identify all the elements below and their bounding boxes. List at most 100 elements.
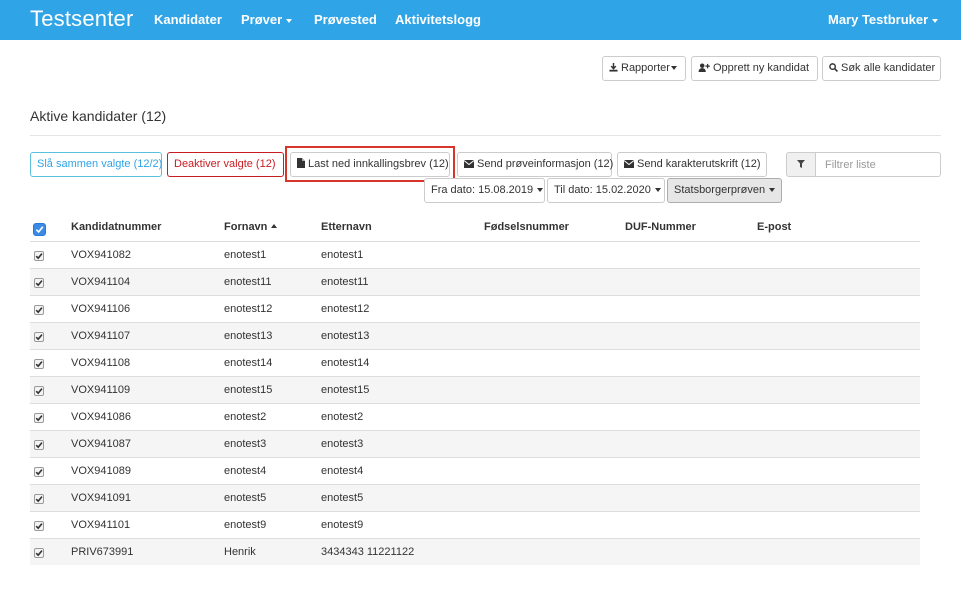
user-menu[interactable]: Mary Testbruker [828,12,939,27]
search-all-button[interactable]: Søk alle kandidater [822,56,941,81]
check-icon [35,226,44,234]
from-date-dropdown[interactable]: Fra dato: 15.08.2019 [424,178,545,203]
table-row[interactable]: VOX941091 enotest5 enotest5 [30,484,920,511]
table-row[interactable]: VOX941086 enotest2 enotest2 [30,403,920,430]
create-candidate-button[interactable]: Opprett ny kandidat [691,56,818,81]
row-checkbox[interactable] [34,521,44,531]
table-row[interactable]: PRIV673991 Henrik 3434343 11221122 [30,538,920,565]
table-row[interactable]: VOX941108 enotest14 enotest14 [30,349,920,376]
table-row[interactable]: VOX941101 enotest9 enotest9 [30,511,920,538]
table-row[interactable]: VOX941109 enotest15 enotest15 [30,376,920,403]
user-name: Mary Testbruker [828,12,929,27]
send-transcript-label: Send karakterutskrift (12) [637,158,761,170]
row-checkbox[interactable] [34,332,44,342]
row-checkbox[interactable] [34,251,44,261]
check-icon [35,550,43,557]
brand-logo[interactable]: Testsenter [30,6,134,32]
filter-list-input[interactable] [815,152,941,177]
cell-etternavn: enotest3 [321,438,364,450]
row-checkbox[interactable] [34,548,44,558]
cell-kandidatnummer: VOX941082 [71,249,131,261]
cell-kandidatnummer: VOX941104 [71,276,131,288]
table-row[interactable]: VOX941089 enotest4 enotest4 [30,457,920,484]
cell-etternavn: enotest12 [321,303,370,315]
column-header-duf-nummer[interactable]: DUF-Nummer [625,221,696,233]
column-header-etternavn[interactable]: Etternavn [321,221,372,233]
cell-fornavn: Henrik [224,546,256,558]
check-icon [35,523,43,530]
check-icon [35,253,43,260]
check-icon [35,496,43,503]
test-type-dropdown[interactable]: Statsborgerprøven [667,178,782,203]
cell-fornavn: enotest5 [224,492,267,504]
envelope-icon [623,160,635,168]
search-all-label: Søk alle kandidater [841,62,936,74]
cell-etternavn: enotest15 [321,384,370,396]
sort-ascending-icon [271,224,278,228]
check-icon [35,307,43,314]
cell-etternavn: enotest13 [321,330,370,342]
cell-etternavn: enotest1 [321,249,364,261]
nav-prover-dropdown[interactable]: Prøver [241,12,293,27]
cell-kandidatnummer: VOX941089 [71,465,131,477]
chevron-down-icon [654,188,661,193]
chevron-down-icon [932,18,939,23]
add-user-icon [698,63,710,72]
cell-etternavn: enotest5 [321,492,364,504]
nav-provested[interactable]: Prøvested [314,12,377,27]
cell-kandidatnummer: PRIV673991 [71,546,134,558]
column-header-fornavn[interactable]: Fornavn [224,221,278,233]
cell-etternavn: 3434343 11221122 [321,546,415,558]
cell-kandidatnummer: VOX941106 [71,303,131,315]
chevron-down-icon [286,18,293,23]
test-type-label: Statsborgerprøven [674,184,766,196]
row-checkbox[interactable] [34,305,44,315]
page-title: Aktive kandidater (12) [30,108,167,124]
table-row[interactable]: VOX941104 enotest11 enotest11 [30,268,920,295]
cell-etternavn: enotest2 [321,411,364,423]
deactivate-selected-button[interactable]: Deaktiver valgte (12) [167,152,284,177]
check-icon [35,334,43,341]
row-checkbox[interactable] [34,440,44,450]
check-icon [35,442,43,449]
cell-fornavn: enotest2 [224,411,267,423]
row-checkbox[interactable] [34,359,44,369]
table-row[interactable]: VOX941107 enotest13 enotest13 [30,322,920,349]
reports-label: Rapporter [621,62,670,74]
cell-kandidatnummer: VOX941101 [71,519,131,531]
nav-aktivitetslogg[interactable]: Aktivitetslogg [395,12,481,27]
cell-fornavn: enotest12 [224,303,273,315]
row-checkbox[interactable] [34,386,44,396]
chevron-down-icon [537,188,544,193]
row-checkbox[interactable] [34,494,44,504]
send-info-button[interactable]: Send prøveinformasjon (12) [457,152,614,177]
cell-fornavn: enotest15 [224,384,273,396]
table-row[interactable]: VOX941087 enotest3 enotest3 [30,430,920,457]
column-header-kandidatnummer[interactable]: Kandidatnummer [71,221,161,233]
table-row[interactable]: VOX941106 enotest12 enotest12 [30,295,920,322]
cell-fornavn: enotest11 [224,276,272,288]
cell-fornavn: enotest14 [224,357,273,369]
table-row[interactable]: VOX941082 enotest1 enotest1 [30,241,920,268]
select-all-checkbox[interactable] [33,223,46,236]
column-header-fodselsnummer[interactable]: Fødselsnummer [484,221,569,233]
cell-fornavn: enotest9 [224,519,267,531]
create-candidate-label: Opprett ny kandidat [713,62,810,74]
check-icon [35,361,43,368]
row-checkbox[interactable] [34,467,44,477]
check-icon [35,280,43,287]
send-info-label: Send prøveinformasjon (12) [477,158,614,170]
send-transcript-button[interactable]: Send karakterutskrift (12) [617,152,767,177]
merge-selected-button[interactable]: Slå sammen valgte (12/2) [30,152,162,177]
row-checkbox[interactable] [34,413,44,423]
reports-dropdown-button[interactable]: Rapporter [602,56,686,81]
cell-kandidatnummer: VOX941107 [71,330,131,342]
column-header-epost[interactable]: E-post [757,221,791,233]
row-checkbox[interactable] [34,278,44,288]
to-date-dropdown[interactable]: Til dato: 15.02.2020 [547,178,665,203]
cell-etternavn: enotest14 [321,357,370,369]
cell-kandidatnummer: VOX941109 [71,384,131,396]
filter-addon [786,152,816,177]
cell-kandidatnummer: VOX941091 [71,492,131,504]
nav-kandidater[interactable]: Kandidater [154,12,222,27]
